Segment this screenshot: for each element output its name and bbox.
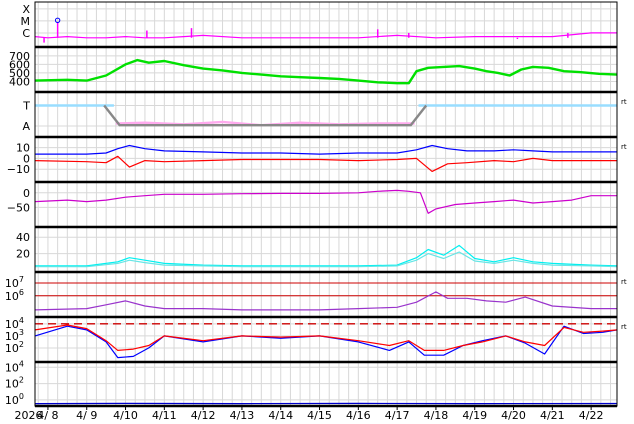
y-tick-exponent: 0	[19, 392, 24, 401]
x-tick-label: 4/10	[113, 409, 138, 422]
series-line-proton_flux-1	[35, 324, 618, 351]
series-line-dst-0	[35, 189, 618, 214]
panel-right-mark: rt	[621, 98, 627, 106]
y-tick-label: T	[22, 99, 30, 112]
y-tick-label: X	[22, 3, 30, 16]
series-line-bz-0	[35, 144, 618, 155]
y-tick-label: M	[21, 15, 31, 28]
x-tick-label: 4/16	[346, 409, 371, 422]
y-tick-exponent: 3	[19, 328, 24, 337]
panel-right-mark: rt	[621, 323, 627, 331]
y-tick-exponent: 6	[19, 288, 24, 297]
series-line-xray-0	[35, 32, 618, 39]
x-tick-label: 4/20	[501, 409, 526, 422]
y-tick-label: C	[22, 27, 30, 40]
x-tick-label: 4/ 8	[37, 409, 58, 422]
panel-right-mark: rt	[621, 278, 627, 286]
y-tick-label: 0	[23, 187, 30, 200]
y-tick-exponent: 2	[19, 376, 24, 385]
series-layer	[34, 17, 618, 405]
y-tick-label: −10	[7, 163, 30, 176]
x-tick-label: 4/12	[191, 409, 216, 422]
x-tick-label: 4/19	[462, 409, 487, 422]
panel-right-mark: rt	[621, 143, 627, 151]
x-tick-label: 4/11	[152, 409, 177, 422]
panel-frame-wind_speed	[34, 46, 618, 93]
series-line-wind_speed-0	[35, 58, 618, 85]
y-tick-label: A	[22, 120, 30, 133]
panel-frame-kp	[34, 226, 618, 273]
y-tick-label: 102	[5, 376, 24, 391]
series-line-kp-1	[35, 251, 618, 268]
x-tick-label: 4/21	[540, 409, 565, 422]
y-tick-label: 104	[5, 359, 24, 374]
y-tick-exponent: 2	[19, 340, 24, 349]
y-tick-label: 700	[9, 50, 30, 63]
space-weather-chart: XMC400500600700TArt100−10rt0−50204010610…	[5, 1, 627, 422]
panel-frame-direction	[34, 91, 618, 138]
series-line-proton_flux-0	[34, 325, 618, 359]
y-tick-label: 20	[16, 248, 30, 261]
x-tick-label: 4/ 9	[76, 409, 97, 422]
x-tick-label: 4/15	[307, 409, 332, 422]
y-tick-label: 40	[16, 231, 30, 244]
y-tick-label: 106	[5, 288, 24, 303]
y-tick-exponent: 7	[19, 275, 24, 284]
panel-frame-dst	[34, 181, 618, 228]
label-layer: XMC400500600700TArt100−10rt0−50204010610…	[5, 3, 627, 422]
x-tick-label: 4/13	[230, 409, 255, 422]
y-tick-label: 100	[5, 392, 24, 407]
series-line-electron_flux-0	[35, 291, 618, 311]
x-tick-label: 4/22	[579, 409, 604, 422]
x-tick-label: 4/17	[385, 409, 410, 422]
y-tick-exponent: 4	[19, 316, 24, 325]
x-tick-label: 4/18	[424, 409, 449, 422]
y-tick-exponent: 4	[19, 359, 24, 368]
y-tick-label: −50	[7, 201, 30, 214]
x-tick-label: 4/14	[268, 409, 293, 422]
